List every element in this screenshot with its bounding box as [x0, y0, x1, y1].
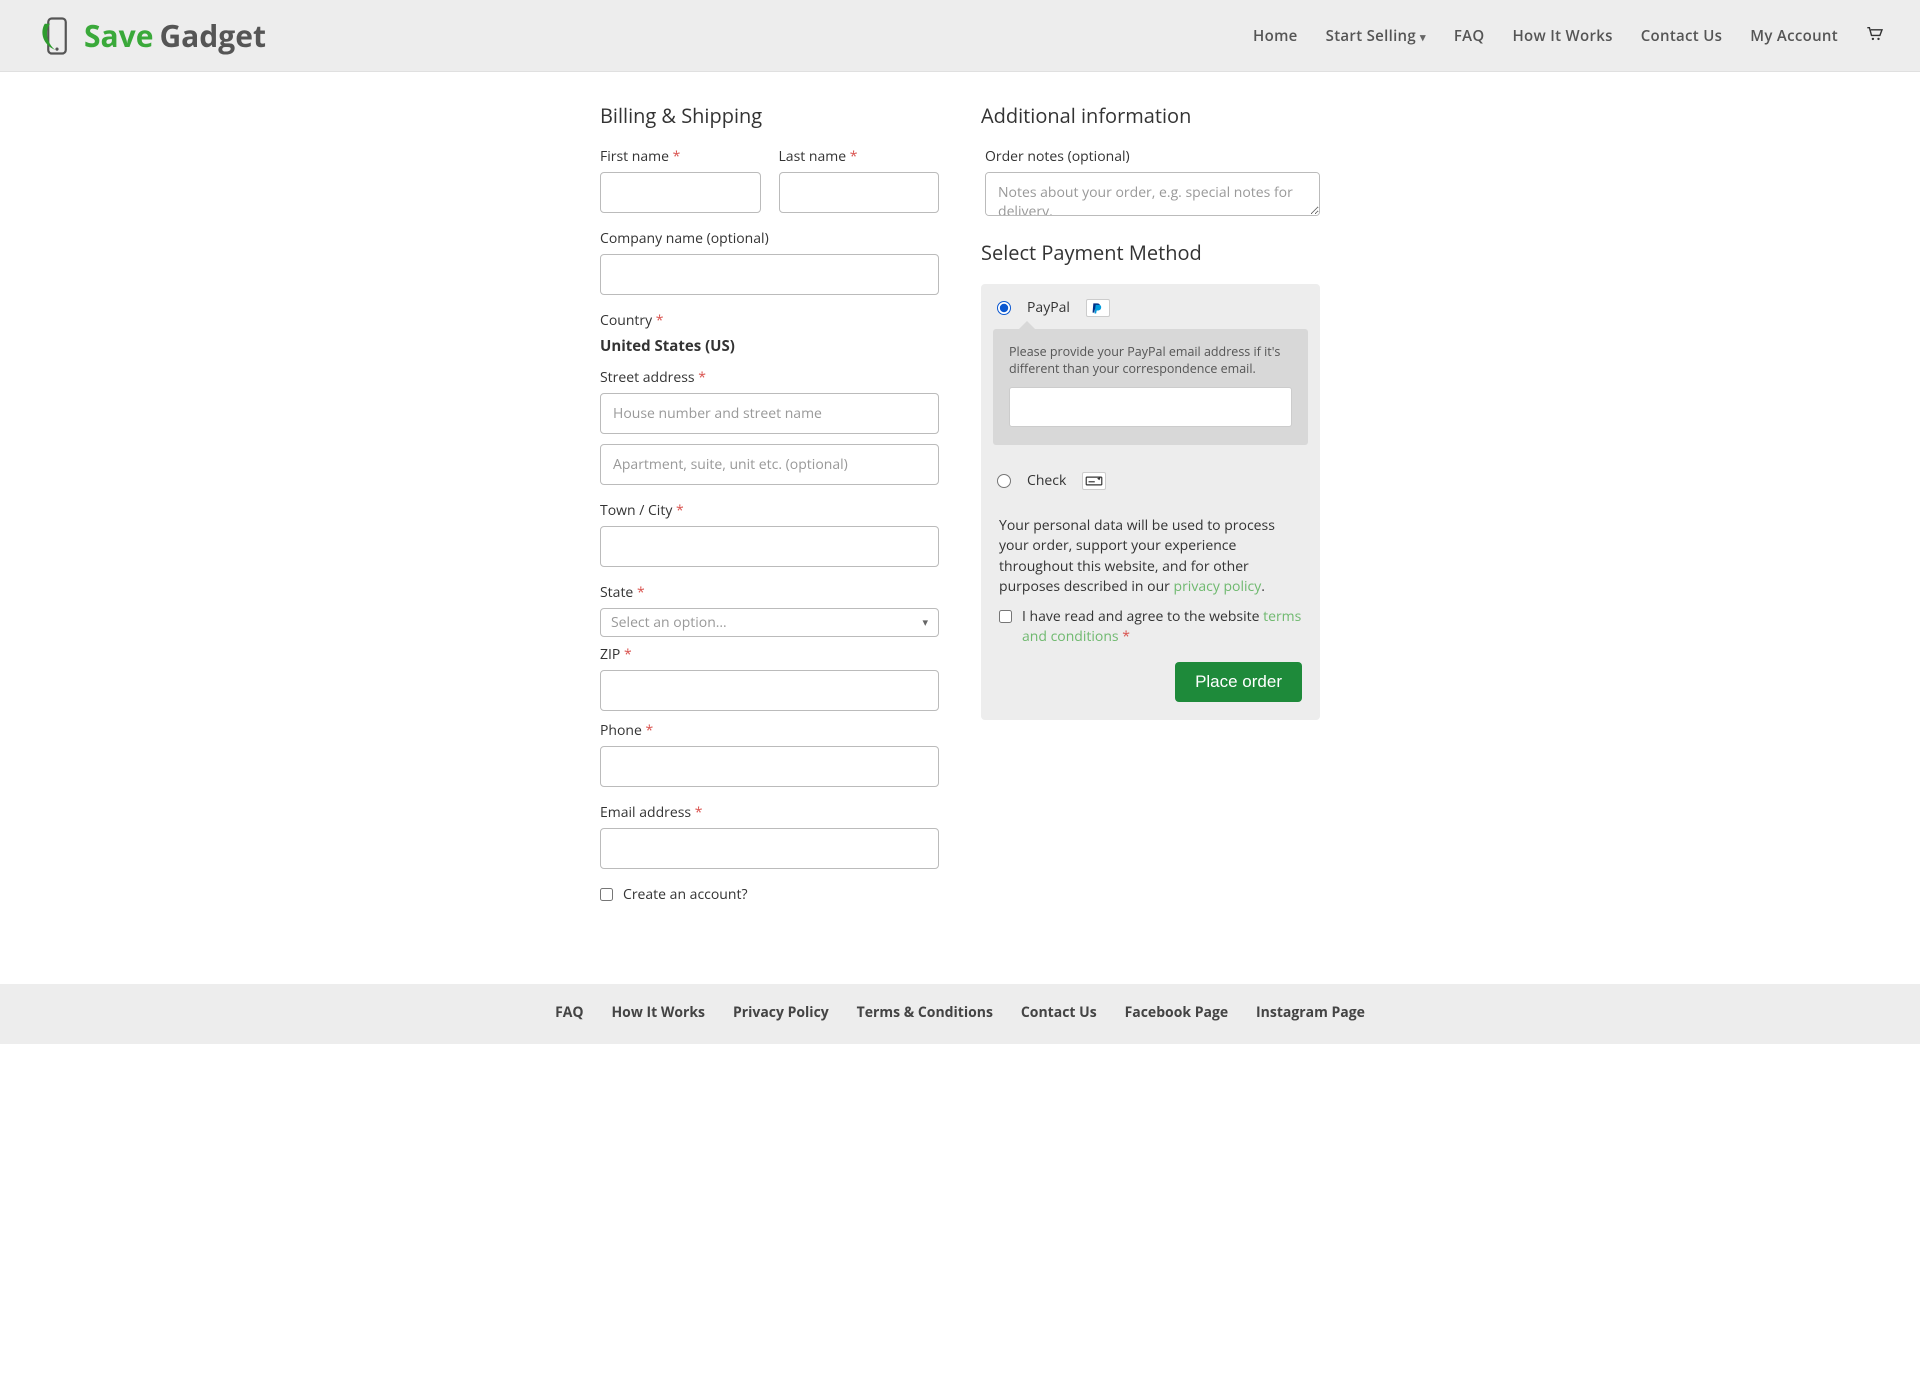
city-label: Town / City * [600, 501, 939, 520]
nav-start-selling[interactable]: Start Selling ▾ [1326, 26, 1426, 46]
state-label: State * [600, 583, 939, 602]
last-name-input[interactable] [779, 172, 940, 213]
order-notes-label: Order notes (optional) [985, 147, 1320, 166]
logo-gadget-text: Gadget [159, 15, 266, 56]
paypal-help-text: Please provide your PayPal email address… [1009, 343, 1280, 377]
phone-label-text: Phone [600, 721, 642, 740]
nav-my-account[interactable]: My Account [1750, 26, 1838, 46]
company-input[interactable] [600, 254, 939, 295]
nav-how-it-works[interactable]: How It Works [1512, 26, 1612, 46]
street-input-1[interactable] [600, 393, 939, 434]
company-label: Company name (optional) [600, 229, 939, 248]
footer-how[interactable]: How It Works [611, 1003, 705, 1022]
site-logo[interactable]: SaveGadget [36, 15, 266, 57]
terms-text: I have read and agree to the website [1022, 607, 1263, 626]
phone-input[interactable] [600, 746, 939, 787]
first-name-input[interactable] [600, 172, 761, 213]
billing-column: Billing & Shipping First name * Last nam… [600, 102, 939, 904]
email-label: Email address * [600, 803, 939, 822]
additional-column: Additional information Order notes (opti… [981, 102, 1320, 904]
privacy-block: Your personal data will be used to proce… [981, 502, 1320, 720]
check-icon [1082, 472, 1106, 490]
footer-instagram[interactable]: Instagram Page [1256, 1003, 1365, 1022]
additional-heading: Additional information [981, 102, 1320, 129]
country-label: Country * [600, 311, 939, 330]
check-radio[interactable] [997, 474, 1011, 488]
check-label: Check [1027, 471, 1066, 490]
last-name-label-text: Last name [779, 147, 847, 166]
billing-heading: Billing & Shipping [600, 102, 939, 129]
terms-label-wrap: I have read and agree to the website ter… [1022, 607, 1302, 648]
state-label-text: State [600, 583, 633, 602]
nav-home[interactable]: Home [1253, 26, 1298, 46]
phone-label: Phone * [600, 721, 939, 740]
create-account-label: Create an account? [623, 885, 748, 904]
state-select[interactable]: Select an option… ▾ [600, 608, 939, 637]
footer-contact[interactable]: Contact Us [1021, 1003, 1097, 1022]
paypal-label: PayPal [1027, 298, 1070, 317]
nav-contact[interactable]: Contact Us [1641, 26, 1723, 46]
logo-icon [36, 15, 78, 57]
street-input-2[interactable] [600, 444, 939, 485]
order-notes-input[interactable] [985, 172, 1320, 216]
paypal-icon [1086, 299, 1110, 317]
chevron-down-icon: ▾ [922, 615, 928, 630]
country-value: United States (US) [600, 336, 939, 356]
place-order-button[interactable]: Place order [1175, 662, 1302, 702]
zip-label: ZIP * [600, 645, 939, 664]
payment-block: PayPal Please provide your PayPal email … [981, 284, 1320, 720]
state-placeholder-text: Select an option… [611, 613, 727, 632]
payment-option-check[interactable]: Check [981, 457, 1320, 502]
privacy-policy-link[interactable]: privacy policy [1174, 577, 1262, 596]
footer-terms[interactable]: Terms & Conditions [857, 1003, 993, 1022]
first-name-label: First name * [600, 147, 761, 166]
footer-facebook[interactable]: Facebook Page [1125, 1003, 1229, 1022]
nav-faq[interactable]: FAQ [1454, 26, 1485, 46]
site-header: SaveGadget Home Start Selling ▾ FAQ How I… [0, 0, 1920, 72]
cart-icon [1866, 27, 1884, 41]
zip-label-text: ZIP [600, 645, 620, 664]
chevron-down-icon: ▾ [1420, 30, 1426, 45]
email-label-text: Email address [600, 803, 691, 822]
country-label-text: Country [600, 311, 652, 330]
site-footer: FAQ How It Works Privacy Policy Terms & … [0, 984, 1920, 1044]
street-label: Street address * [600, 368, 939, 387]
logo-save-text: Save [84, 15, 153, 56]
city-label-text: Town / City [600, 501, 672, 520]
footer-faq[interactable]: FAQ [555, 1003, 584, 1022]
paypal-radio[interactable] [997, 301, 1011, 315]
top-nav: Home Start Selling ▾ FAQ How It Works Con… [1253, 26, 1884, 46]
first-name-label-text: First name [600, 147, 669, 166]
payment-heading: Select Payment Method [981, 239, 1320, 266]
create-account-checkbox[interactable] [600, 888, 613, 901]
paypal-email-input[interactable] [1009, 387, 1292, 427]
street-label-text: Street address [600, 368, 695, 387]
nav-start-selling-label: Start Selling [1326, 26, 1416, 46]
email-input[interactable] [600, 828, 939, 869]
terms-checkbox[interactable] [999, 610, 1012, 623]
footer-privacy[interactable]: Privacy Policy [733, 1003, 829, 1022]
city-input[interactable] [600, 526, 939, 567]
paypal-description: Please provide your PayPal email address… [993, 329, 1308, 445]
zip-input[interactable] [600, 670, 939, 711]
cart-link[interactable] [1866, 26, 1884, 46]
last-name-label: Last name * [779, 147, 940, 166]
